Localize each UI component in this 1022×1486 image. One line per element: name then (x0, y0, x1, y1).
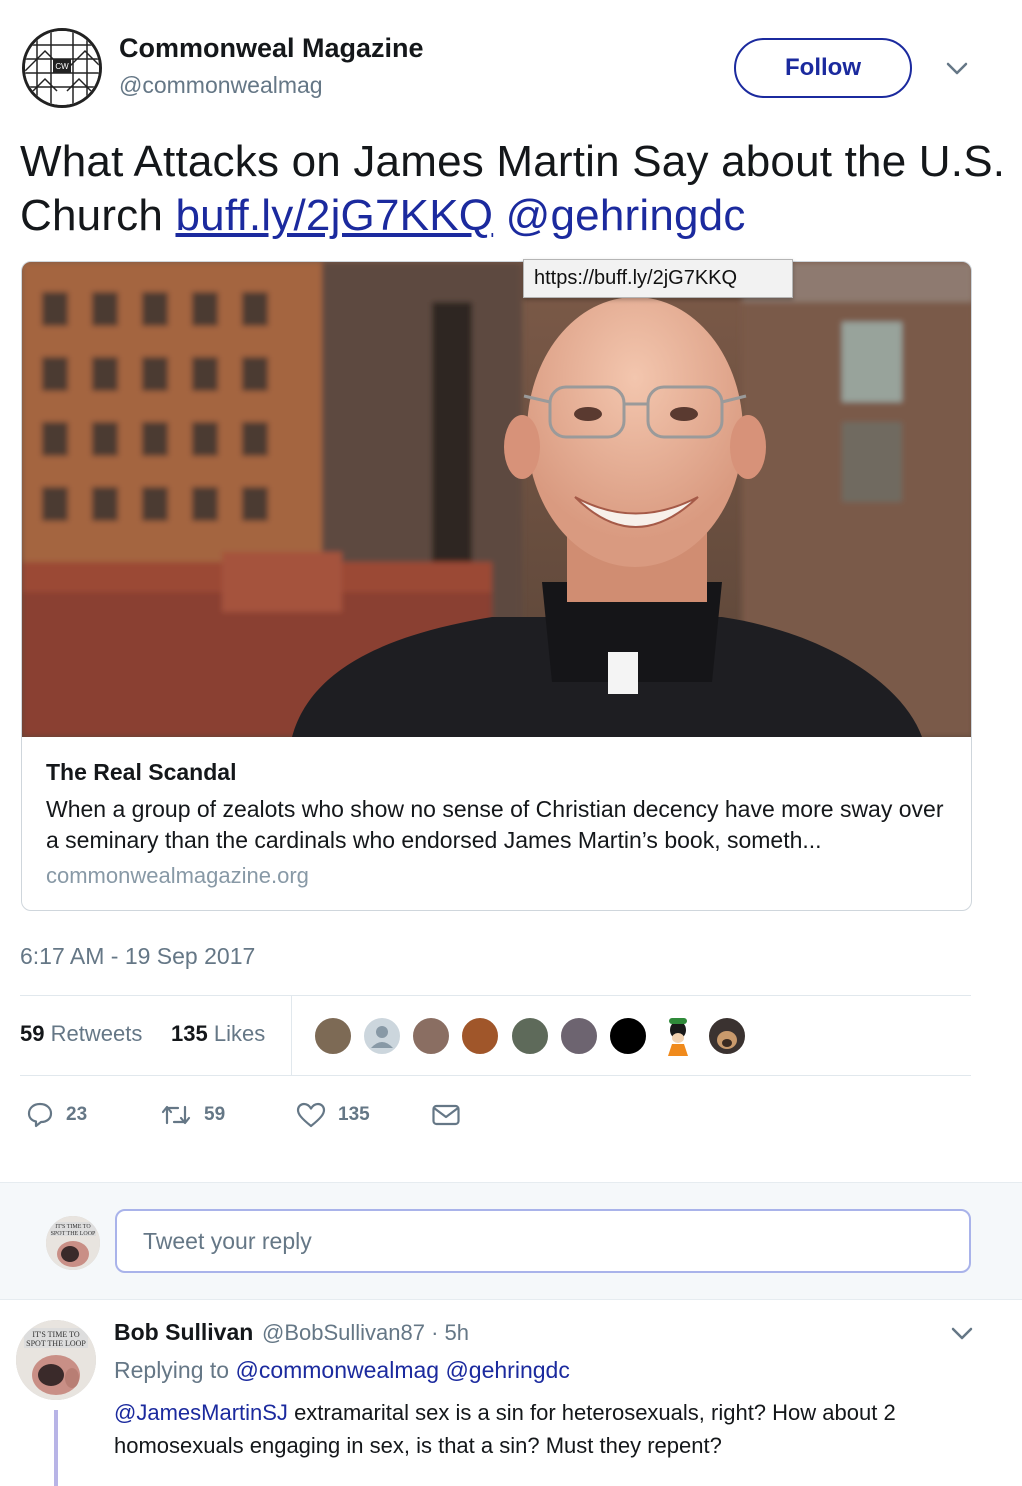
bob-sullivan-avatar[interactable]: IT'S TIME TO SPOT THE LOOP (16, 1320, 96, 1400)
tweet-stats: 59 Retweets 135 Likes (0, 996, 1022, 1076)
liker-avatar[interactable] (411, 1016, 451, 1056)
commonweal-avatar[interactable]: CW (22, 28, 102, 108)
direct-message-action[interactable] (431, 1095, 461, 1135)
retweet-count: 59 (204, 1104, 226, 1125)
svg-text:IT'S TIME TO: IT'S TIME TO (32, 1330, 79, 1339)
reply-input[interactable]: Tweet your reply (115, 1209, 971, 1273)
card-domain: commonwealmagazine.org (46, 863, 309, 888)
tweet-link[interactable]: buff.ly/2jG7KKQ (175, 191, 493, 240)
thread-line (54, 1410, 58, 1486)
retweets-stat[interactable]: 59 Retweets (20, 1021, 142, 1047)
divider (20, 1075, 971, 1076)
svg-text:SPOT THE LOOP: SPOT THE LOOP (51, 1231, 96, 1237)
liker-avatar[interactable] (510, 1016, 550, 1056)
liker-avatar[interactable] (707, 1016, 747, 1056)
retweet-action[interactable]: 59 (160, 1095, 225, 1135)
heart-icon (296, 1102, 326, 1128)
reply-tweet[interactable]: IT'S TIME TO SPOT THE LOOP Bob Sullivan … (0, 1300, 1022, 1486)
tweet-header: CW Commonweal Magazine @commonwealmag Fo… (0, 0, 1022, 120)
author-handle[interactable]: @commonwealmag (119, 72, 323, 99)
link-tooltip: https://buff.ly/2jG7KKQ (523, 259, 793, 298)
likes-count: 135 (171, 1021, 208, 1046)
replying-to-link[interactable]: @gehringdc (445, 1357, 569, 1383)
retweets-count: 59 (20, 1021, 45, 1046)
reply-mention[interactable]: @JamesMartinSJ (114, 1400, 288, 1425)
tweet-text: What Attacks on James Martin Say about t… (20, 135, 1010, 243)
tweet-mention[interactable]: @gehringdc (506, 191, 746, 240)
reply-count: 23 (66, 1104, 88, 1125)
replying-to: Replying to @commonwealmag @gehringdc (114, 1357, 570, 1384)
likes-stat[interactable]: 135 Likes (171, 1021, 265, 1047)
like-count: 135 (338, 1104, 370, 1125)
reply-author-meta[interactable]: @BobSullivan87 · 5h (262, 1320, 469, 1346)
chevron-down-icon[interactable] (942, 56, 972, 80)
reply-action[interactable]: 23 (26, 1095, 87, 1135)
reply-composer: IT'S TIME TO SPOT THE LOOP Tweet your re… (0, 1182, 1022, 1300)
liker-avatar[interactable] (608, 1016, 648, 1056)
reply-author-name[interactable]: Bob Sullivan (114, 1319, 253, 1346)
reply-text: @JamesMartinSJ extramarital sex is a sin… (114, 1396, 994, 1462)
svg-text:SPOT THE LOOP: SPOT THE LOOP (26, 1339, 86, 1348)
retweet-icon (161, 1105, 191, 1125)
like-action[interactable]: 135 (296, 1095, 370, 1135)
follow-button[interactable]: Follow (734, 38, 912, 98)
card-title[interactable]: The Real Scandal (46, 759, 236, 786)
card-image[interactable] (22, 262, 971, 737)
envelope-icon (432, 1104, 460, 1126)
likes-label: Likes (213, 1021, 266, 1046)
tweet-timestamp[interactable]: 6:17 AM - 19 Sep 2017 (20, 943, 255, 970)
svg-text:CW: CW (55, 62, 69, 71)
dog-icon (717, 1031, 737, 1049)
tweet-actions: 23 59 135 (0, 1095, 1022, 1135)
replying-prefix: Replying to (114, 1357, 230, 1383)
liker-avatar[interactable] (658, 1016, 698, 1056)
link-card[interactable]: The Real Scandal When a group of zealots… (21, 261, 972, 911)
goofy-icon (668, 1018, 688, 1056)
liker-avatar[interactable] (313, 1016, 353, 1056)
liker-avatar[interactable] (460, 1016, 500, 1056)
reply-icon (27, 1102, 53, 1128)
default-profile-icon (371, 1026, 393, 1048)
stats-separator (291, 996, 292, 1076)
liker-avatar[interactable] (362, 1016, 402, 1056)
author-name[interactable]: Commonweal Magazine (119, 33, 424, 64)
user-avatar[interactable]: IT'S TIME TO SPOT THE LOOP (46, 1216, 100, 1270)
retweets-label: Retweets (50, 1021, 143, 1046)
chevron-down-icon[interactable] (948, 1322, 976, 1344)
svg-text:IT'S TIME TO: IT'S TIME TO (55, 1224, 91, 1230)
replying-to-link[interactable]: @commonwealmag (235, 1357, 439, 1383)
card-description: When a group of zealots who show no sens… (46, 796, 944, 853)
liker-avatar[interactable] (559, 1016, 599, 1056)
